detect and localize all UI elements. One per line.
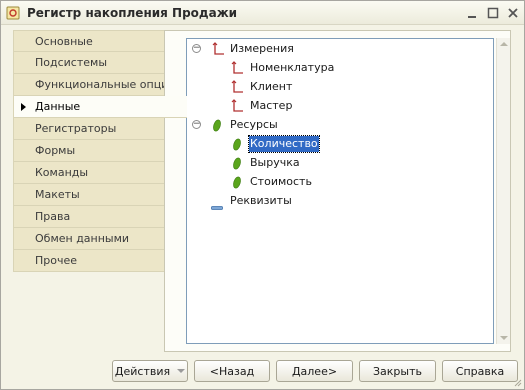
window-title: Регистр накопления Продажи [27,6,238,20]
tree-node-label: Номенклатура [250,61,335,74]
tree-node-dimensions[interactable]: − Измерения [187,40,487,58]
tab-registrars[interactable]: Регистраторы [13,118,165,140]
help-button[interactable]: Справка [442,360,518,382]
tree-node-label: Ресурсы [230,118,278,131]
tab-data[interactable]: Данные [13,96,187,118]
tab-label: Функциональные опции [35,78,165,91]
collapse-icon[interactable]: − [192,120,201,129]
tree-node-label: Выручка [250,156,300,169]
tab-label: Макеты [35,188,80,201]
tab-commands[interactable]: Команды [13,162,165,184]
actions-button-label: Действия [114,364,171,378]
tree-node-cost[interactable]: Стоимость [187,173,487,191]
close-icon[interactable] [505,5,521,21]
tab-basic[interactable]: Основные [13,30,165,52]
tab-label: Прочее [35,254,78,267]
tree-node-revenue[interactable]: Выручка [187,154,487,172]
title-bar[interactable]: Регистр накопления Продажи [1,1,524,25]
chevron-down-icon [177,369,186,373]
tab-label: Регистраторы [35,122,117,135]
scroll-down-arrow-icon[interactable] [500,336,508,340]
tab-other[interactable]: Прочее [13,250,165,272]
next-button-label: Далее> [291,364,338,378]
tree-node-nomenclature[interactable]: Номенклатура [187,59,487,77]
back-button[interactable]: <Назад [194,360,270,382]
tab-label: Подсистемы [35,56,108,69]
close-button[interactable]: Закрыть [359,360,436,382]
tab-rights[interactable]: Права [13,206,165,228]
tab-functional-options[interactable]: Функциональные опции [13,74,165,96]
tab-subsystems[interactable]: Подсистемы [13,52,165,74]
tab-forms[interactable]: Формы [13,140,165,162]
tree-node-client[interactable]: Клиент [187,78,487,96]
tab-label: Основные [35,35,93,48]
tab-list: Основные Подсистемы Функциональные опции… [13,30,187,272]
next-button[interactable]: Далее> [276,360,353,382]
tab-label: Права [35,210,71,223]
tree-node-resources[interactable]: − Ресурсы [187,116,487,134]
active-tab-arrow-icon [21,103,26,111]
tree-node-label-selected: Количество [248,135,320,153]
maximize-icon[interactable] [485,5,501,21]
tree-scrollbar[interactable] [496,38,510,344]
attribute-dash-icon [211,199,223,217]
tree-node-quantity[interactable]: Количество [187,135,487,153]
back-button-label: <Назад [209,364,255,378]
resize-grip-icon[interactable] [512,377,522,387]
register-window: Регистр накопления Продажи Основные Подс… [0,0,525,390]
tree-node-attributes[interactable]: Реквизиты [187,192,487,210]
tab-templates[interactable]: Макеты [13,184,165,206]
tree-node-label: Стоимость [250,175,312,188]
tree-node-master[interactable]: Мастер [187,97,487,115]
tree-node-label: Мастер [250,99,293,112]
form-icon [6,6,20,20]
tree-node-label: Клиент [250,80,293,93]
data-tree[interactable]: − Измерения Номенклатура Клиент Мастер −… [186,38,494,344]
scroll-up-arrow-icon[interactable] [500,42,508,46]
tab-data-exchange[interactable]: Обмен данными [13,228,165,250]
tab-label: Формы [35,144,76,157]
close-button-label: Закрыть [373,364,422,378]
help-button-label: Справка [455,364,505,378]
actions-button[interactable]: Действия [112,360,188,382]
minimize-icon[interactable] [464,5,480,21]
tab-label: Команды [35,166,89,179]
tree-node-label: Измерения [230,42,294,55]
tree-node-label: Реквизиты [230,194,292,207]
tab-label: Данные [35,100,81,113]
collapse-icon[interactable]: − [192,44,201,53]
tab-label: Обмен данными [35,232,130,245]
